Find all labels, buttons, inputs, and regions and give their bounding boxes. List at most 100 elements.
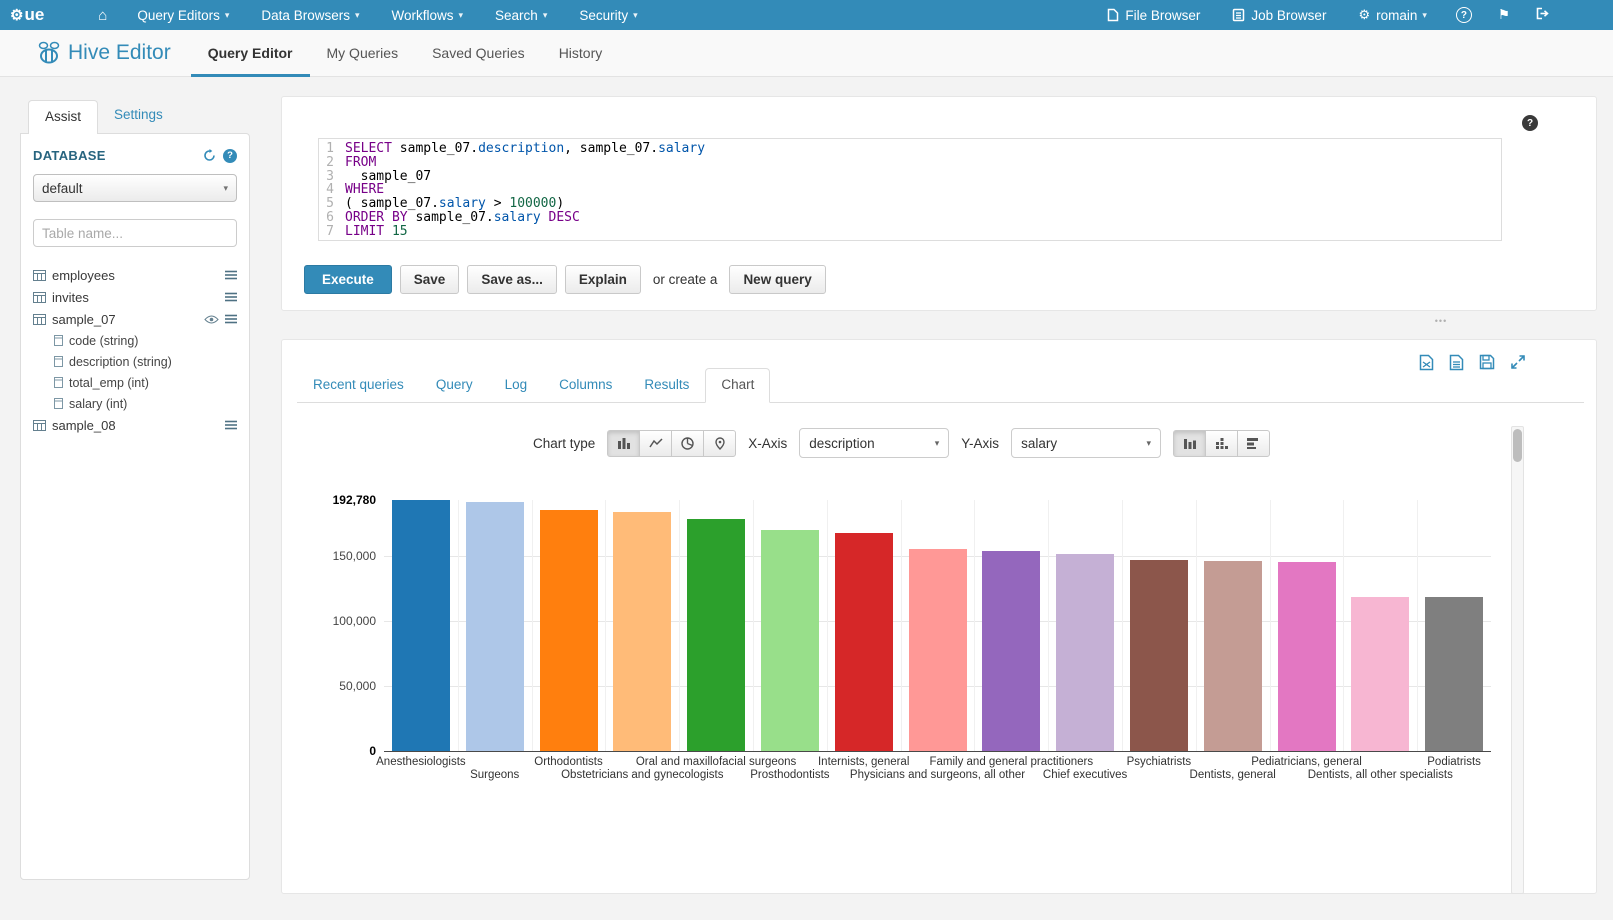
editor-help-icon[interactable]: ? <box>1522 115 1538 131</box>
sql-token: ) <box>556 196 564 211</box>
table-name: sample_07 <box>52 312 116 327</box>
save-as-button[interactable]: Save as... <box>467 265 557 294</box>
code-line: 6ORDER BY sample_07.salary DESC <box>319 211 1501 225</box>
flag-icon: ⚑ <box>1498 7 1510 23</box>
sql-code-editor[interactable]: 1SELECT sample_07.description, sample_07… <box>318 138 1502 241</box>
chart-bar[interactable] <box>982 551 1040 751</box>
sql-token: 100000 <box>509 196 556 211</box>
tab-settings[interactable]: Settings <box>98 99 179 133</box>
gridline-vertical <box>974 500 975 751</box>
x-axis-category-label: Orthodontists <box>534 756 602 768</box>
menu-security[interactable]: Security ▾ <box>563 0 653 30</box>
chevron-down-icon: ▾ <box>1422 10 1427 21</box>
gridline-vertical <box>458 500 459 751</box>
sql-token: , sample_07. <box>564 141 658 156</box>
tab-history[interactable]: History <box>542 30 620 77</box>
gridline-vertical <box>1122 500 1123 751</box>
table-row[interactable]: invites <box>33 286 237 308</box>
download-csv-icon[interactable] <box>1449 354 1464 371</box>
chart-bar[interactable] <box>613 512 671 751</box>
menu-search[interactable]: Search ▾ <box>479 0 563 30</box>
chart-bar[interactable] <box>1056 554 1114 751</box>
chart-bar[interactable] <box>466 502 524 751</box>
table-menu-icon[interactable] <box>225 270 237 280</box>
app-header: Hive Editor Query Editor My Queries Save… <box>0 30 1613 77</box>
chart-bar[interactable] <box>835 533 893 751</box>
code-text: ORDER BY sample_07.salary DESC <box>341 211 580 225</box>
download-excel-icon[interactable] <box>1419 354 1434 371</box>
column-row[interactable]: code (string) <box>33 330 237 351</box>
new-query-button[interactable]: New query <box>729 265 825 294</box>
gridline-vertical <box>827 500 828 751</box>
menu-data-browsers[interactable]: Data Browsers ▾ <box>245 0 375 30</box>
hue-logo[interactable]: ⚙ue <box>10 5 44 25</box>
column-icon <box>54 377 63 388</box>
code-line: 5( sample_07.salary > 100000) <box>319 197 1501 211</box>
file-browser-label: File Browser <box>1125 8 1200 23</box>
chart-bar[interactable] <box>1204 561 1262 751</box>
logout-button[interactable] <box>1523 0 1563 30</box>
chart-bar[interactable] <box>1425 597 1483 751</box>
scrollbar-thumb[interactable] <box>1513 429 1522 462</box>
execute-button[interactable]: Execute <box>304 265 392 294</box>
tab-assist[interactable]: Assist <box>28 100 98 134</box>
chevron-down-icon: ▾ <box>543 10 548 21</box>
chart-bar[interactable] <box>540 510 598 751</box>
table-menu-icon[interactable] <box>225 292 237 302</box>
chart-bar[interactable] <box>761 530 819 751</box>
logout-icon <box>1536 7 1550 23</box>
gear-icon: ⚙ <box>1358 7 1370 23</box>
file-browser-button[interactable]: File Browser <box>1091 0 1216 30</box>
chart-bar[interactable] <box>687 519 745 751</box>
chart-bar[interactable] <box>392 500 450 751</box>
user-menu[interactable]: ⚙ romain ▾ <box>1342 0 1442 30</box>
eye-icon[interactable] <box>204 315 219 324</box>
tab-my-queries[interactable]: My Queries <box>310 30 416 77</box>
gridline-vertical <box>1343 500 1344 751</box>
home-button[interactable]: ⌂ <box>84 7 121 24</box>
save-results-icon[interactable] <box>1479 354 1495 371</box>
database-select[interactable]: default ▾ <box>33 174 237 202</box>
table-row[interactable]: sample_08 <box>33 414 237 436</box>
sql-token: sample_07. <box>392 141 478 156</box>
sql-token: > <box>486 196 509 211</box>
gridline-vertical <box>1270 500 1271 751</box>
column-row[interactable]: description (string) <box>33 351 237 372</box>
table-filter-input[interactable] <box>33 219 237 247</box>
explain-button[interactable]: Explain <box>565 265 641 294</box>
job-browser-button[interactable]: Job Browser <box>1216 0 1342 30</box>
table-icon <box>33 314 46 325</box>
table-row[interactable]: sample_07 <box>33 308 237 330</box>
menu-query-editors[interactable]: Query Editors ▾ <box>121 0 245 30</box>
menu-workflows[interactable]: Workflows ▾ <box>375 0 479 30</box>
help-button[interactable]: ? <box>1443 0 1485 30</box>
file-icon <box>1107 8 1119 22</box>
menu-label: Search <box>495 8 538 23</box>
sql-token: salary <box>439 196 486 211</box>
code-text: FROM <box>341 156 376 170</box>
column-row[interactable]: total_emp (int) <box>33 372 237 393</box>
editor-actions: Execute Save Save as... Explain or creat… <box>304 265 826 294</box>
feedback-button[interactable]: ⚑ <box>1485 0 1523 30</box>
expand-results-icon[interactable] <box>1510 354 1526 371</box>
tab-saved-queries[interactable]: Saved Queries <box>415 30 542 77</box>
sql-token: FROM <box>345 155 376 170</box>
table-menu-icon[interactable] <box>225 420 237 430</box>
chart-bar[interactable] <box>909 549 967 751</box>
chart-bar[interactable] <box>1351 597 1409 751</box>
save-button[interactable]: Save <box>400 265 460 294</box>
results-scrollbar[interactable] <box>1511 426 1524 894</box>
chart-bar[interactable] <box>1278 562 1336 751</box>
refresh-icon[interactable] <box>203 149 216 162</box>
job-browser-label: Job Browser <box>1251 8 1326 23</box>
panel-resize-handle[interactable]: ••• <box>1414 316 1468 326</box>
chart-bar[interactable] <box>1130 560 1188 751</box>
help-icon[interactable]: ? <box>223 149 237 163</box>
sql-token: ( sample_07. <box>345 196 439 211</box>
table-row[interactable]: employees <box>33 264 237 286</box>
column-row[interactable]: salary (int) <box>33 393 237 414</box>
y-axis-tick-label: 150,000 <box>282 549 376 563</box>
table-menu-icon[interactable] <box>225 314 237 324</box>
tab-query-editor[interactable]: Query Editor <box>191 30 310 77</box>
main-menus: Query Editors ▾ Data Browsers ▾ Workflow… <box>121 0 653 30</box>
